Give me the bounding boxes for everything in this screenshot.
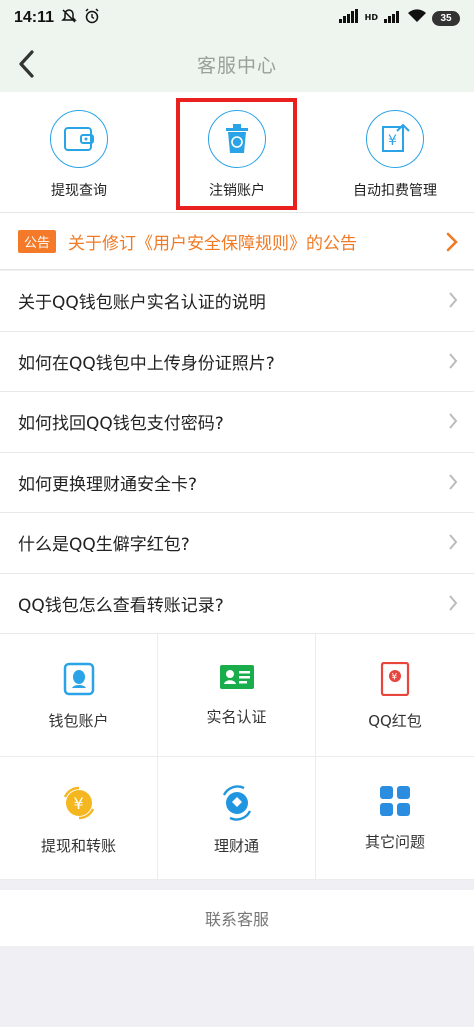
- category-other[interactable]: 其它问题: [316, 757, 474, 880]
- chevron-right-icon: [449, 413, 458, 429]
- faq-item[interactable]: 如何在QQ钱包中上传身份证照片?: [0, 332, 474, 392]
- chevron-right-icon: [449, 352, 458, 369]
- category-grid: 钱包账户 实名认证 ¥ QQ红包 ¥ 提现和转账 理财通 其它问题: [0, 634, 474, 880]
- svg-text:¥: ¥: [392, 673, 398, 683]
- category-label: 实名认证: [206, 708, 267, 726]
- category-label: 其它问题: [364, 833, 425, 851]
- svg-text:¥: ¥: [73, 794, 83, 813]
- category-wallet-account[interactable]: 钱包账户: [0, 634, 158, 757]
- signal-icon: [338, 9, 359, 27]
- back-button[interactable]: [8, 44, 44, 84]
- highlight-annotation-box: [176, 98, 297, 210]
- quick-action-label: 提现查询: [51, 183, 107, 199]
- battery-indicator: 35: [432, 10, 460, 26]
- chevron-right-icon: [446, 232, 458, 252]
- quick-action-auto-debit[interactable]: ¥ 自动扣费管理: [316, 92, 474, 212]
- notice-text: 关于修订《用户安全保障规则》的公告: [68, 233, 358, 254]
- mute-icon: [61, 8, 77, 28]
- grid-icon: [380, 786, 410, 816]
- faq-item[interactable]: 如何更换理财通安全卡?: [0, 453, 474, 513]
- faq-item-text: 如何找回QQ钱包支付密码?: [18, 414, 224, 435]
- svg-text:¥: ¥: [388, 133, 397, 149]
- signal-2-icon: [384, 9, 402, 27]
- faq-item[interactable]: QQ钱包怎么查看转账记录?: [0, 574, 474, 634]
- category-label: 钱包账户: [48, 712, 109, 730]
- wealth-icon: [222, 785, 251, 821]
- wifi-icon: [408, 9, 426, 27]
- faq-item-text: QQ钱包怎么查看转账记录?: [18, 595, 224, 616]
- status-bar: 14:11 HD 35: [0, 0, 474, 36]
- contact-support-label: 联系客服: [204, 910, 269, 929]
- id-card-icon: [219, 665, 254, 689]
- chevron-right-icon: [449, 473, 458, 490]
- page-title: 客服中心: [196, 54, 277, 77]
- faq-item[interactable]: 关于QQ钱包账户实名认证的说明: [0, 271, 474, 332]
- transfer-icon: ¥: [63, 786, 94, 820]
- wallet-account-icon: [63, 662, 94, 696]
- nav-bar: 客服中心: [0, 36, 474, 92]
- category-red-packet[interactable]: ¥ QQ红包: [316, 634, 474, 757]
- network-badge: HD: [364, 13, 378, 22]
- contact-support-button[interactable]: 联系客服: [0, 890, 474, 946]
- category-real-name[interactable]: 实名认证: [158, 634, 316, 757]
- category-label: QQ红包: [368, 712, 422, 730]
- notice-badge: 公告: [18, 229, 57, 253]
- chevron-right-icon: [449, 594, 458, 611]
- wallet-icon: [50, 110, 108, 168]
- quick-action-label: 自动扣费管理: [353, 183, 437, 199]
- faq-list: 关于QQ钱包账户实名认证的说明 如何在QQ钱包中上传身份证照片? 如何找回QQ钱…: [0, 271, 474, 634]
- chevron-left-icon: [19, 50, 34, 78]
- status-time: 14:11: [14, 9, 55, 26]
- category-wealth[interactable]: 理财通: [158, 757, 316, 880]
- faq-item-text: 如何在QQ钱包中上传身份证照片?: [18, 353, 275, 374]
- faq-item-text: 关于QQ钱包账户实名认证的说明: [18, 293, 266, 314]
- category-withdraw-transfer[interactable]: ¥ 提现和转账: [0, 757, 158, 880]
- quick-action-withdraw-query[interactable]: 提现查询: [0, 92, 158, 212]
- faq-item[interactable]: 什么是QQ生僻字红包?: [0, 513, 474, 574]
- notice-banner[interactable]: 公告 关于修订《用户安全保障规则》的公告: [0, 212, 474, 270]
- chevron-right-icon: [449, 534, 458, 550]
- chevron-right-icon: [449, 292, 458, 308]
- red-packet-icon: ¥: [380, 662, 410, 696]
- category-label: 理财通: [213, 837, 259, 855]
- auto-debit-icon: ¥: [366, 110, 424, 168]
- alarm-icon: [84, 8, 100, 28]
- faq-item-text: 如何更换理财通安全卡?: [18, 474, 198, 495]
- faq-item-text: 什么是QQ生僻字红包?: [18, 535, 190, 556]
- faq-item[interactable]: 如何找回QQ钱包支付密码?: [0, 392, 474, 453]
- category-label: 提现和转账: [40, 837, 116, 855]
